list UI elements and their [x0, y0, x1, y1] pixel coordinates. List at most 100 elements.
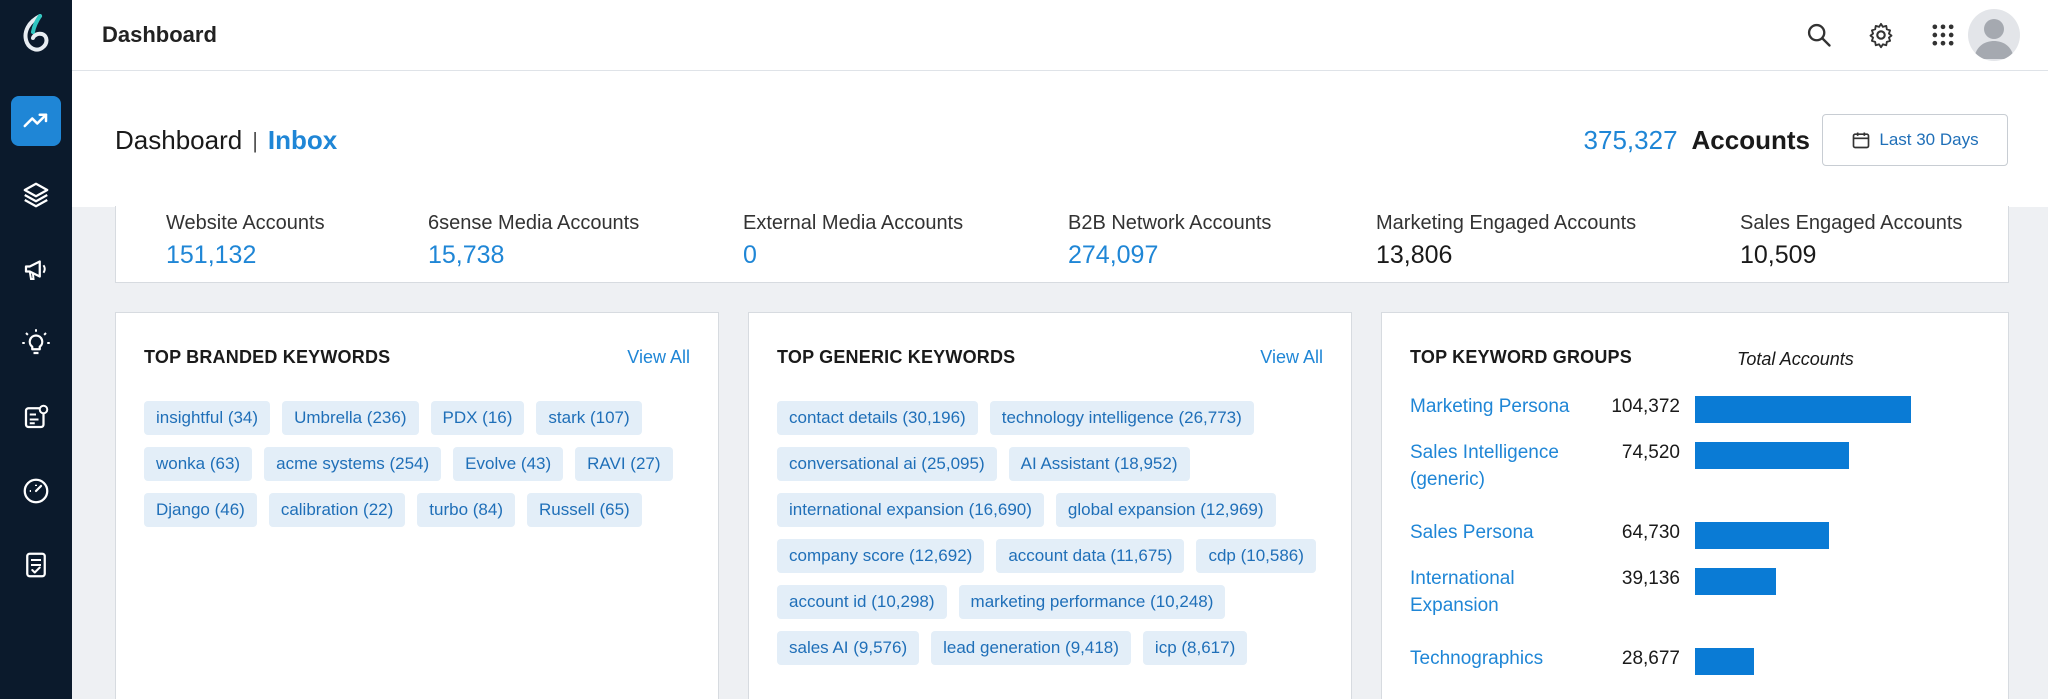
- breadcrumb-inbox[interactable]: Inbox: [268, 125, 337, 156]
- keyword-chip[interactable]: Evolve (43): [453, 447, 564, 481]
- stat-external-media-accounts: External Media Accounts 0: [743, 212, 963, 270]
- keyword-chip[interactable]: insightful (34): [144, 401, 271, 435]
- stat-label: Marketing Engaged Accounts: [1376, 212, 1637, 234]
- keyword-chip[interactable]: calibration (22): [268, 493, 406, 527]
- keyword-chip[interactable]: sales AI (9,576): [777, 631, 920, 665]
- stat-6sense-media-accounts: 6sense Media Accounts 15,738: [428, 212, 639, 270]
- view-all-link[interactable]: View All: [1260, 347, 1323, 368]
- keyword-chip[interactable]: icp (8,617): [1142, 631, 1248, 665]
- card-title: TOP KEYWORD GROUPS: [1410, 347, 1632, 367]
- keyword-group-value: 74,520: [1621, 442, 1680, 463]
- keyword-group-name[interactable]: International Expansion: [1410, 565, 1580, 619]
- keyword-chip[interactable]: Django (46): [144, 493, 257, 527]
- stat-label: Sales Engaged Accounts: [1740, 212, 1963, 234]
- keyword-group-bar: [1695, 442, 1849, 469]
- layers-icon: [23, 182, 49, 208]
- left-nav: [0, 0, 72, 699]
- avatar[interactable]: [1968, 9, 2020, 61]
- branded-keywords-card: TOP BRANDED KEYWORDS View All insightful…: [115, 312, 719, 699]
- keyword-chip[interactable]: turbo (84): [417, 493, 515, 527]
- keyword-group-value: 104,372: [1611, 396, 1680, 417]
- stat-value: 10,509: [1740, 241, 1817, 269]
- keyword-group-bar: [1695, 396, 1911, 423]
- keyword-group-value: 39,136: [1621, 568, 1680, 589]
- keyword-chip[interactable]: PDX (16): [430, 401, 525, 435]
- keyword-chip[interactable]: marketing performance (10,248): [958, 585, 1226, 619]
- trending-icon: [23, 113, 48, 128]
- keyword-chip-list: contact details (30,196) technology intel…: [777, 401, 1345, 665]
- stat-label: Website Accounts: [166, 212, 325, 234]
- date-range-label: Last 30 Days: [1879, 130, 1979, 149]
- megaphone-icon: [24, 260, 46, 280]
- user-icon: [1974, 19, 2014, 59]
- stat-value[interactable]: 15,738: [428, 241, 639, 270]
- report-icon: [24, 404, 49, 429]
- gauge-icon: [23, 478, 49, 504]
- keyword-chip[interactable]: conversational ai (25,095): [777, 447, 997, 481]
- nav-tasks[interactable]: [11, 540, 61, 590]
- card-title: TOP BRANDED KEYWORDS: [144, 347, 391, 367]
- breadcrumb-separator: |: [252, 127, 258, 153]
- column-header: Total Accounts: [1737, 349, 1854, 369]
- checklist-icon: [26, 552, 46, 578]
- keyword-chip[interactable]: AI Assistant (18,952): [1008, 447, 1190, 481]
- keyword-group-bar: [1695, 648, 1754, 675]
- breadcrumb-dashboard[interactable]: Dashboard: [115, 125, 242, 156]
- total-accounts-label: Accounts: [1691, 125, 1810, 155]
- keyword-chip[interactable]: RAVI (27): [575, 447, 673, 481]
- search-icon[interactable]: [1802, 18, 1836, 52]
- nav-insights[interactable]: [11, 318, 61, 368]
- total-accounts: 375,327 Accounts: [1584, 125, 1810, 156]
- gear-icon[interactable]: [1864, 18, 1898, 52]
- keyword-chip[interactable]: acme systems (254): [264, 447, 442, 481]
- keyword-chip[interactable]: Umbrella (236): [282, 401, 419, 435]
- nav-analytics[interactable]: [11, 96, 61, 146]
- keyword-group-name[interactable]: Sales Intelligence (generic): [1410, 439, 1580, 493]
- keyword-group-name[interactable]: Marketing Persona: [1410, 393, 1580, 420]
- app-title: Dashboard: [102, 22, 217, 47]
- stat-label: External Media Accounts: [743, 212, 964, 234]
- account-stats: Website Accounts 151,132 6sense Media Ac…: [115, 206, 2009, 283]
- keyword-chip[interactable]: account data (11,675): [996, 539, 1185, 573]
- stat-b2b-network-accounts: B2B Network Accounts 274,097: [1068, 212, 1271, 270]
- stat-value[interactable]: 274,097: [1068, 241, 1271, 270]
- keyword-chip[interactable]: stark (107): [536, 401, 642, 435]
- keyword-chip[interactable]: contact details (30,196): [777, 401, 978, 435]
- date-range-button[interactable]: Last 30 Days: [1822, 114, 2008, 166]
- stat-value[interactable]: 0: [743, 241, 963, 270]
- keyword-chip[interactable]: Russell (65): [526, 493, 642, 527]
- keyword-group-name[interactable]: Technographics: [1410, 645, 1580, 672]
- keyword-chip[interactable]: account id (10,298): [777, 585, 947, 619]
- logo-icon[interactable]: [18, 14, 54, 54]
- nav-campaigns[interactable]: [11, 244, 61, 294]
- stat-value[interactable]: 151,132: [166, 241, 325, 270]
- nav-layers[interactable]: [11, 170, 61, 220]
- keyword-groups-card: TOP KEYWORD GROUPS Total Accounts Market…: [1381, 312, 2009, 699]
- generic-keywords-card: TOP GENERIC KEYWORDS View All contact de…: [748, 312, 1352, 699]
- keyword-chip[interactable]: international expansion (16,690): [777, 493, 1044, 527]
- apps-grid-icon[interactable]: [1926, 18, 1960, 52]
- stat-marketing-engaged-accounts: Marketing Engaged Accounts 13,806: [1376, 212, 1636, 270]
- view-all-link[interactable]: View All: [627, 347, 690, 368]
- keyword-chip[interactable]: lead generation (9,418): [931, 631, 1131, 665]
- total-accounts-count[interactable]: 375,327: [1584, 125, 1678, 156]
- keyword-chip[interactable]: company score (12,692): [777, 539, 985, 573]
- top-bar: Dashboard: [72, 0, 2048, 71]
- stat-sales-engaged-accounts: Sales Engaged Accounts 10,509: [1740, 212, 1962, 270]
- stat-label: B2B Network Accounts: [1068, 212, 1272, 234]
- nav-performance[interactable]: [11, 466, 61, 516]
- keyword-chip[interactable]: cdp (10,586): [1196, 539, 1316, 573]
- keyword-chip[interactable]: global expansion (12,969): [1055, 493, 1276, 527]
- keyword-group-bar: [1695, 522, 1829, 549]
- stat-value: 13,806: [1376, 241, 1453, 269]
- keyword-chip-list: insightful (34) Umbrella (236) PDX (16) sta…: [144, 401, 698, 527]
- card-title: TOP GENERIC KEYWORDS: [777, 347, 1016, 367]
- keyword-chip[interactable]: wonka (63): [144, 447, 253, 481]
- keyword-group-name[interactable]: Sales Persona: [1410, 519, 1580, 546]
- keyword-chip[interactable]: technology intelligence (26,773): [989, 401, 1254, 435]
- lightbulb-icon: [22, 329, 50, 355]
- keyword-group-value: 64,730: [1621, 522, 1680, 543]
- stat-website-accounts: Website Accounts 151,132: [166, 212, 325, 270]
- page-header: Dashboard | Inbox 375,327 Accounts Last …: [72, 71, 2048, 207]
- nav-reports[interactable]: [11, 392, 61, 442]
